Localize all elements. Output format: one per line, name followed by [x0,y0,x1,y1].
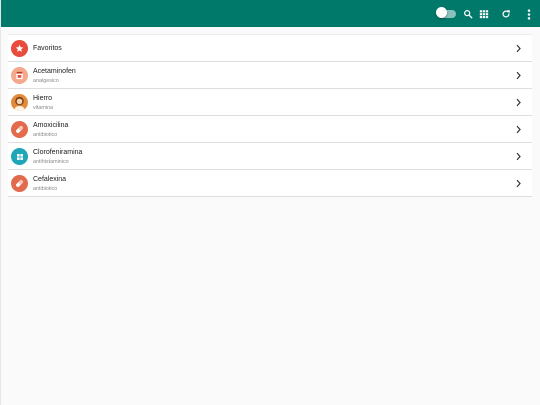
chevron-right-icon [516,98,521,107]
medicine-list: Favoritos Acetaminofen analgesico Hierro… [8,34,532,197]
item-category: antibiotico [33,186,58,192]
item-name: Cefalexina [33,176,67,183]
star-icon [11,40,28,57]
grid-view-icon[interactable] [478,6,490,22]
item-category: vitamina [33,105,54,111]
toggle-thumb [436,7,447,18]
list-item[interactable]: Amoxicilina antibiotico [8,116,532,143]
toggle-track [436,7,456,18]
chevron-right-icon [516,152,521,161]
chevron-right-icon [516,71,521,80]
list-item[interactable]: Cefalexina antibiotico [8,170,532,197]
app-frame: Favoritos Acetaminofen analgesico Hierro… [0,0,540,405]
favorites-label: Favoritos [33,45,62,52]
item-category: analgesico [33,78,59,84]
chevron-right-icon [516,179,521,188]
more-vert-icon[interactable] [524,6,534,22]
item-name: Clorofeniramina [33,149,83,156]
capsule-icon [11,175,28,192]
item-name: Acetaminofen [33,68,76,75]
list-item[interactable]: Clorofeniramina antihistaminico [8,143,532,170]
item-category: antibiotico [33,132,58,138]
person-avatar-icon [11,94,28,111]
grid-tiles-icon [11,148,28,165]
toggle-switch[interactable] [436,6,457,22]
item-name: Hierro [33,95,53,102]
search-icon[interactable] [462,6,474,22]
list-item[interactable]: Hierro vitamina [8,89,532,116]
capsule-icon [11,121,28,138]
chevron-right-icon [516,44,521,53]
chevron-right-icon [516,125,521,134]
list-item[interactable]: Acetaminofen analgesico [8,62,532,89]
item-category: antihistaminico [33,159,69,165]
app-bar [1,0,540,27]
favorites-row[interactable]: Favoritos [8,35,532,62]
item-name: Amoxicilina [33,122,69,129]
pill-bottle-icon [11,67,28,84]
refresh-icon[interactable] [500,6,512,22]
